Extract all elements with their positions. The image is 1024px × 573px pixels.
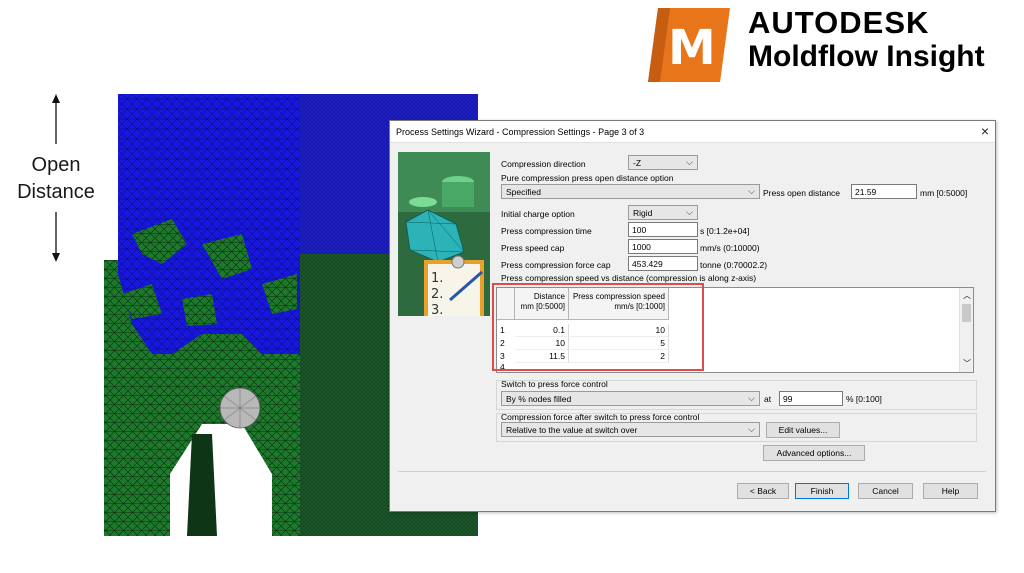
- scrollbar-thumb[interactable]: [962, 304, 971, 322]
- logo-mark-letter: M: [668, 20, 716, 76]
- press-open-distance-unit: mm [0:5000]: [920, 188, 968, 198]
- switch-control-select[interactable]: By % nodes filled ⌵: [501, 391, 760, 406]
- pure-open-option-select[interactable]: Specified ⌵: [501, 184, 760, 199]
- force-cap-unit: tonne (0:70002.2): [700, 260, 768, 270]
- wizard-illustration: 1. 2. 3.: [398, 152, 490, 316]
- pure-open-option-label: Pure compression press open distance opt…: [501, 173, 674, 183]
- autodesk-m-logo-icon: M: [648, 8, 730, 82]
- compression-direction-label: Compression direction: [501, 159, 586, 169]
- speed-cap-input[interactable]: 1000: [628, 239, 698, 254]
- highlight-box: [492, 283, 704, 371]
- compression-time-input[interactable]: 100: [628, 222, 698, 237]
- edit-values-button[interactable]: Edit values...: [766, 422, 840, 438]
- switch-group-title: Switch to press force control: [501, 379, 608, 389]
- close-icon[interactable]: ×: [981, 123, 989, 139]
- finish-button[interactable]: Finish: [795, 483, 849, 499]
- dialog-separator: [398, 471, 986, 472]
- chevron-down-icon: ⌵: [748, 424, 755, 434]
- compression-time-unit: s [0:1.2e+04]: [700, 226, 750, 236]
- force-group: Compression force after switch to press …: [496, 412, 977, 442]
- svg-text:2.: 2.: [431, 287, 443, 302]
- switch-at-value: 99: [783, 394, 793, 404]
- table-scrollbar[interactable]: ︿ ﹀: [959, 288, 973, 372]
- force-after-switch-select[interactable]: Relative to the value at switch over ⌵: [501, 422, 760, 437]
- chevron-up-icon[interactable]: ︿: [963, 290, 971, 301]
- compression-time-label: Press compression time: [501, 226, 592, 236]
- chevron-down-icon: ⌵: [748, 186, 755, 196]
- force-cap-input[interactable]: 453.429: [628, 256, 698, 271]
- press-open-distance-input[interactable]: 21.59: [851, 184, 917, 199]
- help-button[interactable]: Help: [923, 483, 978, 499]
- dialog-titlebar[interactable]: Process Settings Wizard - Compression Se…: [390, 121, 995, 143]
- press-open-distance-value: 21.59: [855, 187, 877, 197]
- chevron-down-icon: ⌵: [686, 207, 693, 217]
- switch-group: Switch to press force control By % nodes…: [496, 379, 977, 410]
- logo-product: Moldflow Insight: [748, 40, 985, 73]
- switch-at-unit: % [0:100]: [846, 394, 882, 404]
- process-settings-dialog: Process Settings Wizard - Compression Se…: [389, 120, 996, 512]
- dialog-title: Process Settings Wizard - Compression Se…: [396, 127, 645, 137]
- speed-cap-label: Press speed cap: [501, 243, 565, 253]
- force-group-title: Compression force after switch to press …: [501, 412, 700, 422]
- initial-charge-select[interactable]: Rigid ⌵: [628, 205, 698, 220]
- advanced-options-button[interactable]: Advanced options...: [763, 445, 865, 461]
- initial-charge-value: Rigid: [633, 208, 653, 218]
- speed-cap-value: 1000: [632, 242, 651, 252]
- svg-text:1.: 1.: [431, 271, 443, 286]
- press-open-distance-label: Press open distance: [763, 188, 841, 198]
- table-caption: Press compression speed vs distance (com…: [501, 273, 757, 283]
- double-arrow-icon: [52, 94, 60, 262]
- force-cap-label: Press compression force cap: [501, 260, 611, 270]
- autodesk-logo-text: AUTODESK Moldflow Insight: [748, 6, 985, 74]
- chevron-down-icon: ⌵: [686, 157, 693, 167]
- force-cap-value: 453.429: [632, 259, 663, 269]
- svg-text:3.: 3.: [431, 303, 443, 316]
- chevron-down-icon[interactable]: ﹀: [963, 358, 971, 369]
- switch-control-value: By % nodes filled: [506, 394, 572, 404]
- cancel-button[interactable]: Cancel: [858, 483, 913, 499]
- back-button[interactable]: < Back: [737, 483, 789, 499]
- force-after-switch-value: Relative to the value at switch over: [506, 425, 638, 435]
- initial-charge-label: Initial charge option: [501, 209, 575, 219]
- at-label: at: [764, 394, 772, 404]
- switch-at-input[interactable]: 99: [779, 391, 843, 406]
- compression-direction-value: -Z: [633, 158, 642, 168]
- chevron-down-icon: ⌵: [748, 393, 755, 403]
- speed-cap-unit: mm/s (0:10000): [700, 243, 760, 253]
- compression-direction-select[interactable]: -Z ⌵: [628, 155, 698, 170]
- pure-open-option-value: Specified: [506, 187, 541, 197]
- compression-time-value: 100: [632, 225, 647, 235]
- logo-brand: AUTODESK: [748, 5, 930, 40]
